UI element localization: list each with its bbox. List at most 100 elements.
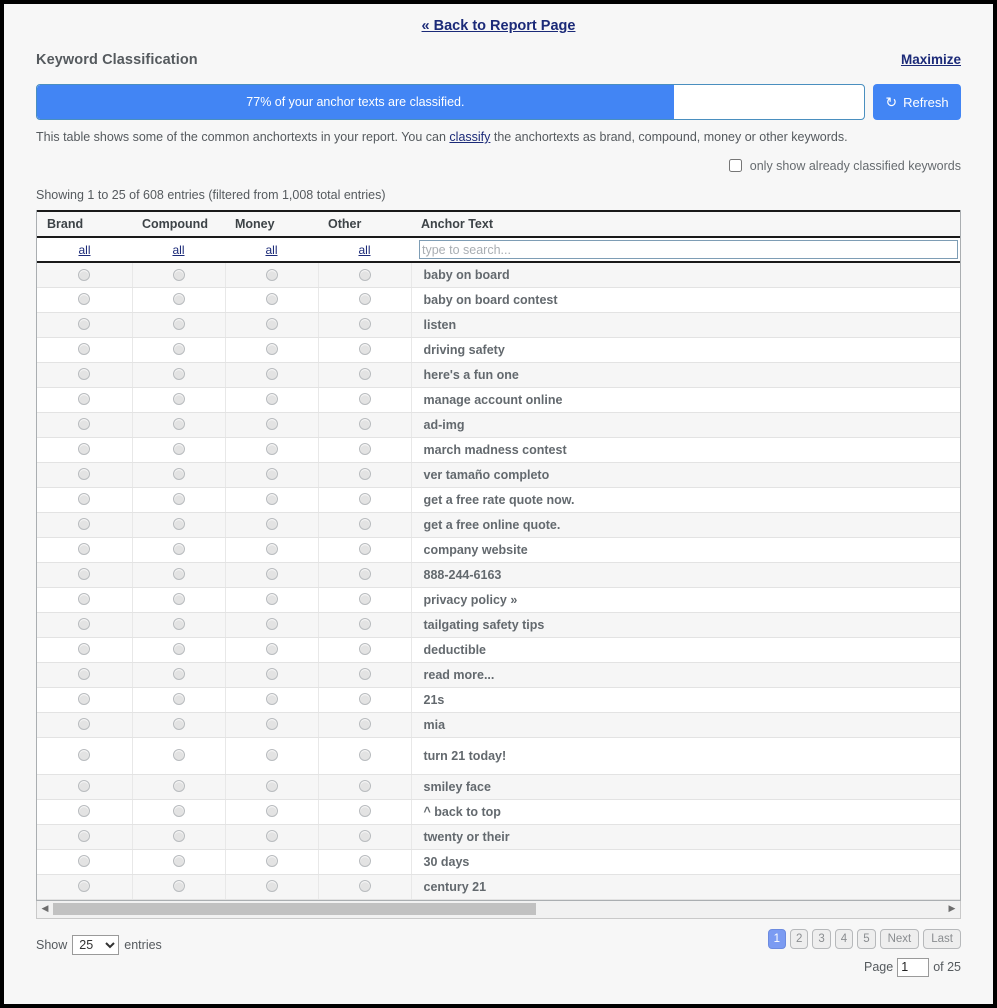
- table-horizontal-scrollbar[interactable]: ◀ ▶: [36, 900, 961, 919]
- radio-brand[interactable]: [78, 443, 91, 456]
- scroll-left-arrow-icon[interactable]: ◀: [38, 901, 52, 917]
- radio-compound[interactable]: [172, 493, 185, 506]
- radio-brand[interactable]: [78, 418, 91, 431]
- radio-money[interactable]: [265, 268, 278, 281]
- radio-other[interactable]: [358, 618, 371, 631]
- entries-per-page-select[interactable]: 102550100: [72, 934, 120, 955]
- pagination-button-4[interactable]: 4: [834, 928, 854, 949]
- radio-brand[interactable]: [78, 805, 91, 818]
- radio-money[interactable]: [265, 805, 278, 818]
- radio-brand[interactable]: [78, 368, 91, 381]
- radio-money[interactable]: [265, 343, 278, 356]
- pagination-button-1[interactable]: 1: [767, 928, 786, 949]
- radio-brand[interactable]: [78, 393, 91, 406]
- radio-compound[interactable]: [172, 268, 185, 281]
- radio-compound[interactable]: [172, 718, 185, 731]
- radio-money[interactable]: [265, 693, 278, 706]
- column-header-compound[interactable]: Compound: [132, 210, 225, 238]
- radio-compound[interactable]: [172, 343, 185, 356]
- radio-money[interactable]: [265, 855, 278, 868]
- classify-link[interactable]: classify: [449, 130, 490, 144]
- radio-money[interactable]: [265, 468, 278, 481]
- back-to-report-page-link[interactable]: « Back to Report Page: [422, 18, 576, 34]
- radio-money[interactable]: [265, 880, 278, 893]
- radio-money[interactable]: [265, 443, 278, 456]
- radio-brand[interactable]: [78, 618, 91, 631]
- radio-other[interactable]: [358, 568, 371, 581]
- radio-compound[interactable]: [172, 693, 185, 706]
- radio-compound[interactable]: [172, 749, 185, 762]
- radio-money[interactable]: [265, 718, 278, 731]
- radio-compound[interactable]: [172, 418, 185, 431]
- radio-other[interactable]: [358, 318, 371, 331]
- filter-all-other-link[interactable]: all: [358, 243, 370, 257]
- page-number-input[interactable]: [897, 957, 930, 977]
- radio-other[interactable]: [358, 668, 371, 681]
- only-classified-label[interactable]: only show already classified keywords: [725, 159, 961, 173]
- pagination-button-2[interactable]: 2: [789, 928, 809, 949]
- radio-other[interactable]: [358, 293, 371, 306]
- radio-other[interactable]: [358, 593, 371, 606]
- pagination-button-next[interactable]: Next: [879, 928, 920, 949]
- radio-money[interactable]: [265, 393, 278, 406]
- radio-other[interactable]: [358, 343, 371, 356]
- radio-compound[interactable]: [172, 593, 185, 606]
- radio-compound[interactable]: [172, 543, 185, 556]
- radio-brand[interactable]: [78, 693, 91, 706]
- filter-all-compound-link[interactable]: all: [172, 243, 184, 257]
- radio-compound[interactable]: [172, 805, 185, 818]
- radio-compound[interactable]: [172, 855, 185, 868]
- radio-money[interactable]: [265, 749, 278, 762]
- pagination-button-5[interactable]: 5: [857, 928, 876, 949]
- radio-compound[interactable]: [172, 518, 185, 531]
- radio-other[interactable]: [358, 780, 371, 793]
- radio-brand[interactable]: [78, 668, 91, 681]
- radio-brand[interactable]: [78, 780, 91, 793]
- radio-money[interactable]: [265, 780, 278, 793]
- radio-money[interactable]: [265, 668, 278, 681]
- radio-money[interactable]: [265, 293, 278, 306]
- radio-other[interactable]: [358, 443, 371, 456]
- radio-brand[interactable]: [78, 518, 91, 531]
- radio-other[interactable]: [358, 543, 371, 556]
- radio-compound[interactable]: [172, 468, 185, 481]
- column-header-money[interactable]: Money: [225, 210, 318, 238]
- refresh-button[interactable]: ↻ Refresh: [873, 84, 961, 120]
- pagination-button-3[interactable]: 3: [812, 928, 831, 949]
- radio-money[interactable]: [265, 593, 278, 606]
- radio-brand[interactable]: [78, 343, 91, 356]
- radio-brand[interactable]: [78, 268, 91, 281]
- filter-all-brand-link[interactable]: all: [78, 243, 90, 257]
- radio-brand[interactable]: [78, 880, 91, 893]
- radio-brand[interactable]: [78, 718, 91, 731]
- column-header-other[interactable]: Other: [318, 210, 411, 238]
- radio-other[interactable]: [358, 643, 371, 656]
- radio-brand[interactable]: [78, 493, 91, 506]
- radio-compound[interactable]: [172, 643, 185, 656]
- radio-compound[interactable]: [172, 830, 185, 843]
- maximize-link[interactable]: Maximize: [901, 52, 961, 67]
- radio-other[interactable]: [358, 805, 371, 818]
- scroll-right-arrow-icon[interactable]: ▶: [945, 901, 959, 917]
- radio-money[interactable]: [265, 418, 278, 431]
- radio-money[interactable]: [265, 543, 278, 556]
- pagination-button-last[interactable]: Last: [923, 928, 961, 949]
- radio-money[interactable]: [265, 493, 278, 506]
- scrollbar-thumb[interactable]: [53, 902, 536, 915]
- radio-other[interactable]: [358, 268, 371, 281]
- radio-other[interactable]: [358, 749, 371, 762]
- radio-money[interactable]: [265, 568, 278, 581]
- radio-other[interactable]: [358, 418, 371, 431]
- radio-brand[interactable]: [78, 593, 91, 606]
- column-header-anchor-text[interactable]: Anchor Text: [411, 210, 960, 238]
- radio-brand[interactable]: [78, 543, 91, 556]
- radio-compound[interactable]: [172, 568, 185, 581]
- radio-other[interactable]: [358, 368, 371, 381]
- radio-compound[interactable]: [172, 668, 185, 681]
- only-classified-checkbox[interactable]: [729, 159, 743, 172]
- radio-brand[interactable]: [78, 293, 91, 306]
- radio-compound[interactable]: [172, 368, 185, 381]
- radio-brand[interactable]: [78, 830, 91, 843]
- search-input[interactable]: [419, 240, 958, 259]
- radio-other[interactable]: [358, 468, 371, 481]
